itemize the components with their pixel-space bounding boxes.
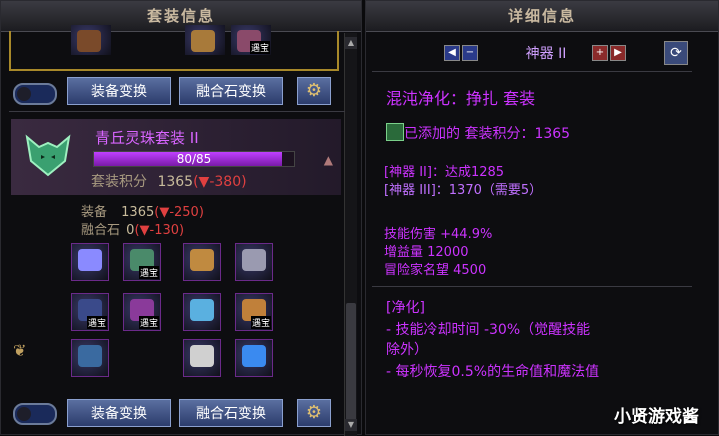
equipment-slot[interactable] — [235, 339, 273, 377]
equipment-slot[interactable]: 遇宝 — [235, 293, 273, 331]
detail-title: 详细信息 — [366, 1, 718, 32]
settings-button[interactable]: ⚙ — [297, 399, 331, 427]
set-score-value: 1365 — [157, 174, 194, 190]
equip-score-label: 装备 — [81, 205, 108, 220]
fox-emblem-icon — [25, 134, 71, 177]
treasure-item[interactable]: 遇宝 — [231, 25, 271, 55]
treasure-tag: 遇宝 — [138, 266, 159, 279]
fusion-score-delta: -130 — [149, 223, 180, 238]
detail-panel: 详细信息 ◀ − 神器 II + ▶ ⟳ 混沌净化：挣扎 套装 已添加的 套装积… — [365, 0, 719, 435]
equipment-slot[interactable] — [71, 243, 109, 281]
treasure-tag: 遇宝 — [86, 316, 107, 329]
set-info-title: 套装信息 — [1, 1, 361, 32]
set-info-panel: 套装信息 遇宝 ▲ ▼ 装备变换 融合石变换 ⚙ 青丘灵珠套装 II 80/85… — [0, 0, 362, 436]
fusion-score-label: 融合石 — [81, 223, 121, 238]
equipment-icon — [242, 345, 266, 367]
armor-piece-icon[interactable] — [71, 25, 111, 55]
armor-piece-icon[interactable] — [185, 25, 225, 55]
fusion-switch-button[interactable]: 融合石变换 — [179, 399, 283, 427]
scroll-thumb[interactable] — [346, 303, 356, 423]
equip-score-value: 1365 — [121, 205, 155, 220]
effect-title: [净化] — [386, 300, 425, 316]
equipment-slot[interactable]: 遇宝 — [123, 243, 161, 281]
divider — [9, 111, 345, 112]
equipment-slot[interactable] — [183, 243, 221, 281]
effect-line: - 每秒恢复0.5%的生命值和魔法值 — [386, 364, 600, 380]
equipment-slot[interactable]: 遇宝 — [71, 293, 109, 331]
set-score-label: 套装积分 — [91, 174, 147, 190]
set-title: 混沌净化：挣扎 套装 — [386, 89, 536, 108]
stat-buff: 增益量 12000 — [384, 245, 469, 260]
set-score-row: 套装积分 1365(▼-380) — [91, 174, 247, 190]
equip-switch-button[interactable]: 装备变换 — [67, 399, 171, 427]
plus-icon[interactable]: + — [592, 45, 608, 61]
gear-icon: ⚙ — [305, 80, 323, 101]
refresh-icon[interactable]: ⟳ — [664, 41, 688, 65]
tier-ii-text: [神器 II]：达成1285 — [384, 165, 505, 180]
watermark: 小贤游戏酱 — [614, 407, 699, 427]
equipment-slot[interactable] — [235, 243, 273, 281]
scroll-down-icon[interactable]: ▼ — [345, 419, 357, 431]
set-progress-text: 80/85 — [176, 152, 212, 166]
equip-score-row: 装备 1365(▼-250) — [81, 205, 204, 220]
leaf-icon — [386, 123, 404, 141]
equipment-slot[interactable] — [183, 339, 221, 377]
equipment-icon — [242, 249, 266, 271]
treasure-tag: 遇宝 — [250, 316, 271, 329]
scrollbar[interactable]: ▲ ▼ — [344, 33, 357, 436]
treasure-tag: 遇宝 — [138, 316, 159, 329]
fusion-score-row: 融合石 0(▼-130) — [81, 223, 185, 238]
next-arrow-icon[interactable]: ▶ — [610, 45, 626, 61]
scroll-up-icon[interactable]: ▲ — [345, 37, 357, 49]
set-name: 青丘灵珠套装 II — [95, 129, 199, 147]
divider — [372, 71, 692, 72]
settings-button[interactable]: ⚙ — [297, 77, 331, 105]
effect-line: - 技能冷却时间 -30%（觉醒技能 — [386, 322, 591, 338]
added-score: 已添加的 套装积分：1365 — [404, 126, 571, 142]
gear-icon: ⚙ — [305, 402, 323, 423]
set-header[interactable]: 青丘灵珠套装 II 80/85 套装积分 1365(▼-380) ▲ — [11, 119, 341, 195]
stat-skill-damage: 技能伤害 +44.9% — [384, 227, 493, 242]
divider — [372, 286, 692, 287]
fusion-switch-button[interactable]: 融合石变换 — [179, 77, 283, 105]
equipment-icon — [78, 345, 102, 367]
tier-label: 神器 II — [525, 46, 567, 62]
equipment-slot[interactable]: 遇宝 — [123, 293, 161, 331]
effect-line: 除外） — [386, 342, 428, 358]
equipment-icon — [78, 249, 102, 271]
tier-iii-text: [神器 III]：1370（需要5） — [384, 183, 543, 198]
equip-score-delta: -250 — [169, 205, 199, 220]
toggle-switch[interactable] — [13, 83, 57, 105]
equipment-slot[interactable] — [183, 293, 221, 331]
toggle-switch[interactable] — [13, 403, 57, 425]
top-items-frame: 遇宝 — [9, 25, 339, 71]
minus-icon[interactable]: − — [462, 45, 478, 61]
equipment-icon — [190, 299, 214, 321]
ornament-icon: ❦ — [13, 341, 27, 360]
collapse-icon[interactable]: ▲ — [324, 153, 333, 167]
set-score-delta: -380 — [209, 174, 242, 190]
equipment-icon — [190, 249, 214, 271]
equip-switch-button[interactable]: 装备变换 — [67, 77, 171, 105]
equipment-icon — [190, 345, 214, 367]
set-progress-bar: 80/85 — [93, 151, 295, 167]
prev-arrow-icon[interactable]: ◀ — [444, 45, 460, 61]
stat-fame: 冒险家名望 4500 — [384, 263, 487, 278]
equipment-slot[interactable] — [71, 339, 109, 377]
treasure-tag: 遇宝 — [249, 41, 270, 54]
